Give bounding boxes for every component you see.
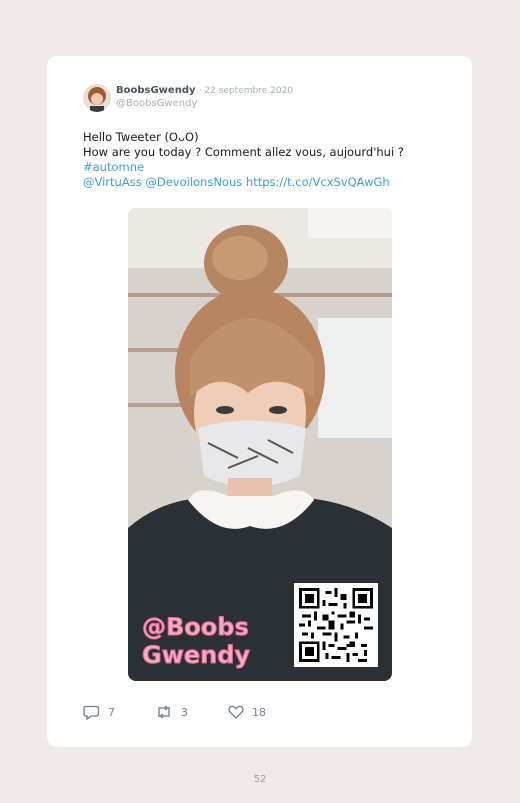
svg-text:Gwendy: Gwendy [142,641,250,669]
tweet-card: BoobsGwendy · 22 septembre 2020 @BoobsGw… [47,56,472,747]
retweet-count: 3 [181,705,188,719]
reply-button[interactable]: 7 [83,705,115,720]
retweet-icon [158,705,170,719]
mention-link-devoilonsnous[interactable]: @DevoilonsNous [145,175,242,189]
like-button[interactable]: 18 [228,705,266,719]
qr-code [294,583,378,667]
heart-icon [228,705,244,719]
hashtag-link[interactable]: #automne [83,160,453,175]
page-number: 52 [253,774,267,785]
user-line: BoobsGwendy · 22 septembre 2020 [116,85,293,96]
tweet-actions: 7 3 18 [83,702,306,722]
display-name[interactable]: BoobsGwendy [116,85,196,96]
svg-text:@Boobs: @Boobs [142,613,249,641]
mention-link-virtuass[interactable]: @VirtuAss [83,175,142,189]
retweet-button[interactable]: 3 [155,705,188,719]
tweet-photo[interactable]: @Boobs Gwendy [128,208,392,681]
url-link[interactable]: https://t.co/VcxSvQAwGh [246,175,390,189]
like-count: 18 [252,705,266,719]
user-handle[interactable]: @BoobsGwendy [116,98,197,109]
reply-icon [83,705,100,720]
tweet-date[interactable]: · 22 septembre 2020 [199,86,293,96]
reply-count: 7 [108,705,115,719]
tweet-text: Hello Tweeter (OᴗO) How are you today ? … [83,130,453,190]
photo-watermark: @Boobs Gwendy [140,609,270,670]
tweet-text-line-1: Hello Tweeter (OᴗO) [83,130,199,144]
avatar[interactable] [83,84,111,112]
tweet-text-line-2: How are you today ? Comment allez vous, … [83,145,404,159]
